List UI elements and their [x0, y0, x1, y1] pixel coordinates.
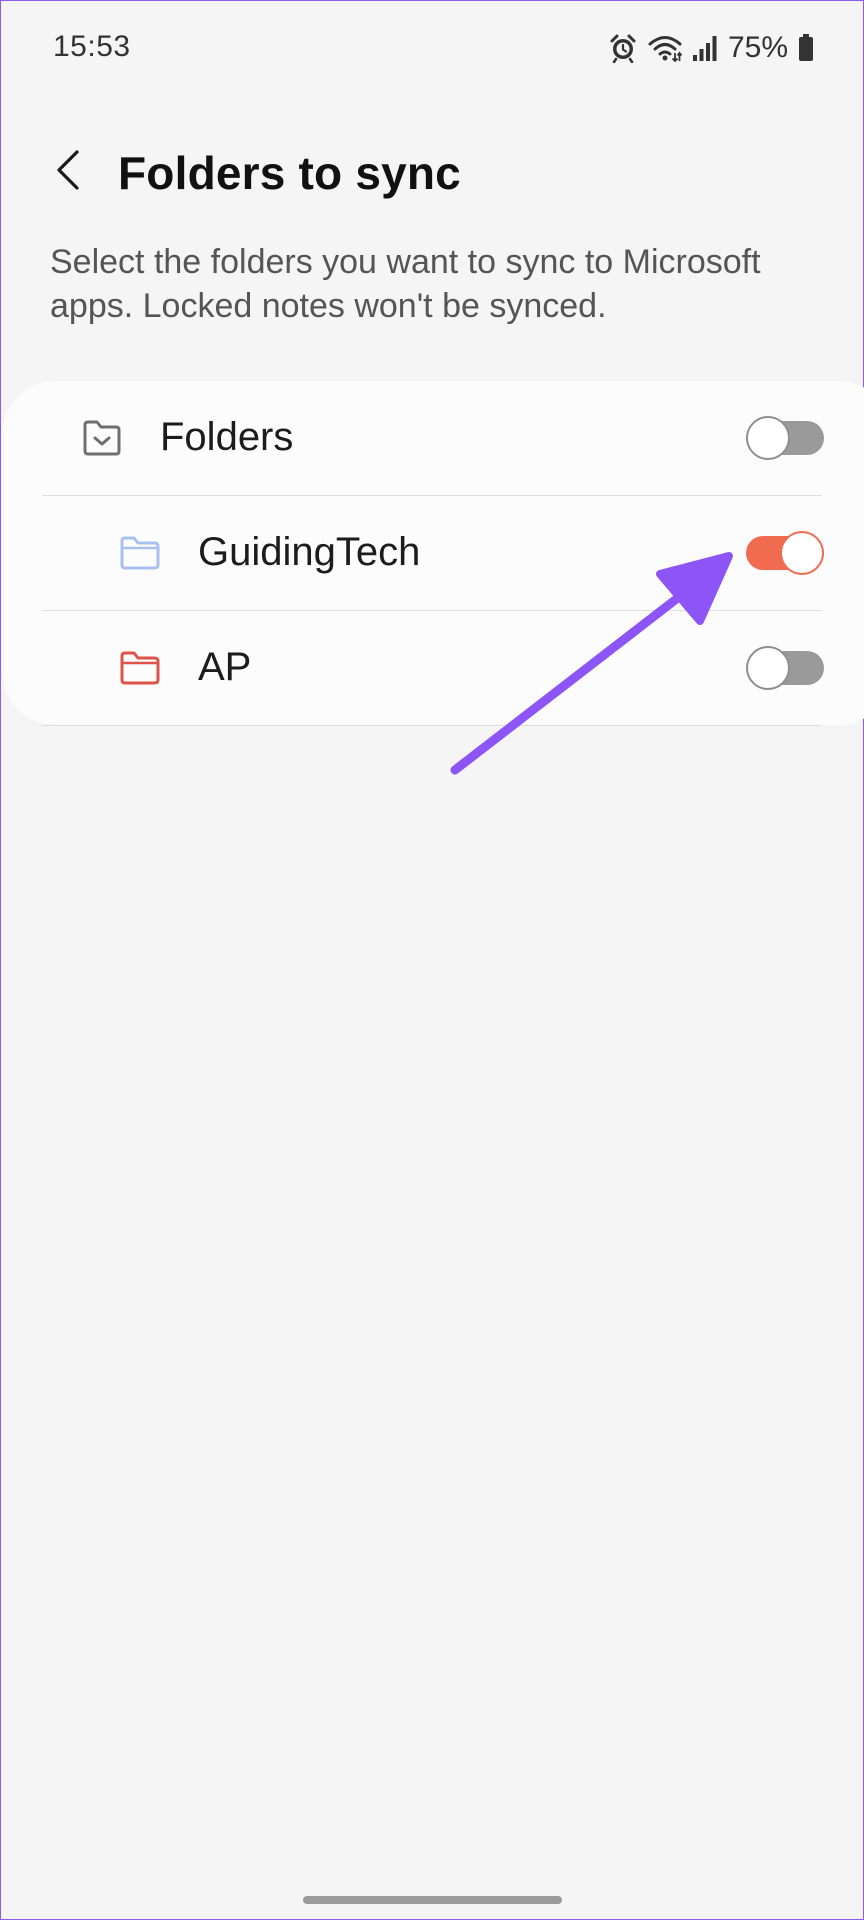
home-indicator[interactable] — [303, 1896, 562, 1904]
annotation-arrow — [450, 552, 733, 775]
